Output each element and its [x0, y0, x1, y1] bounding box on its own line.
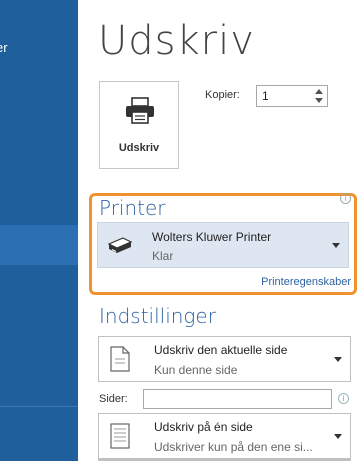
- chevron-down-icon: [334, 434, 342, 439]
- sides-title: Udskriv på én side: [154, 420, 253, 434]
- print-range-subtitle: Kun denne side: [154, 363, 238, 377]
- print-range-select[interactable]: Udskriv den aktuelle side Kun denne side: [98, 336, 351, 382]
- sides-select[interactable]: Udskriv på én side Udskriver kun på den …: [98, 413, 351, 459]
- info-icon[interactable]: i: [340, 193, 351, 204]
- chevron-down-icon: [332, 243, 340, 248]
- printer-name: Wolters Kluwer Printer: [152, 230, 272, 244]
- sidebar-item-selected[interactable]: [0, 225, 78, 265]
- printer-section-title: Printer: [99, 196, 166, 220]
- printer-device-icon: [107, 237, 133, 253]
- settings-section-title: Indstillinger: [99, 304, 216, 328]
- pages-label: Sider:: [99, 393, 128, 405]
- printer-properties-link[interactable]: Printeregenskaber: [261, 276, 351, 288]
- spin-down-icon[interactable]: [315, 98, 323, 103]
- printer-status: Klar: [152, 249, 174, 263]
- print-button-label: Udskriv: [118, 142, 160, 154]
- pages-input[interactable]: [143, 389, 332, 409]
- one-sided-page-icon: [110, 423, 130, 449]
- copies-spin-buttons[interactable]: [314, 89, 324, 103]
- backstage-sidebar: er: [0, 0, 78, 461]
- sidebar-item-partial[interactable]: er: [0, 40, 8, 55]
- copies-stepper[interactable]: 1: [256, 85, 328, 107]
- sides-subtitle: Udskriver kun på den ene si...: [154, 440, 313, 454]
- printer-icon: [126, 97, 154, 124]
- copies-value[interactable]: 1: [262, 89, 269, 103]
- document-page-icon: [110, 346, 130, 372]
- copies-label: Kopier:: [205, 89, 240, 101]
- print-button[interactable]: Udskriv: [99, 81, 179, 169]
- sidebar-divider: [0, 406, 78, 407]
- spin-up-icon[interactable]: [315, 89, 323, 94]
- chevron-down-icon: [334, 357, 342, 362]
- page-title: Udskriv: [98, 18, 255, 64]
- printer-select[interactable]: Wolters Kluwer Printer Klar: [97, 222, 349, 268]
- info-icon[interactable]: i: [338, 393, 349, 404]
- print-range-title: Udskriv den aktuelle side: [154, 343, 288, 357]
